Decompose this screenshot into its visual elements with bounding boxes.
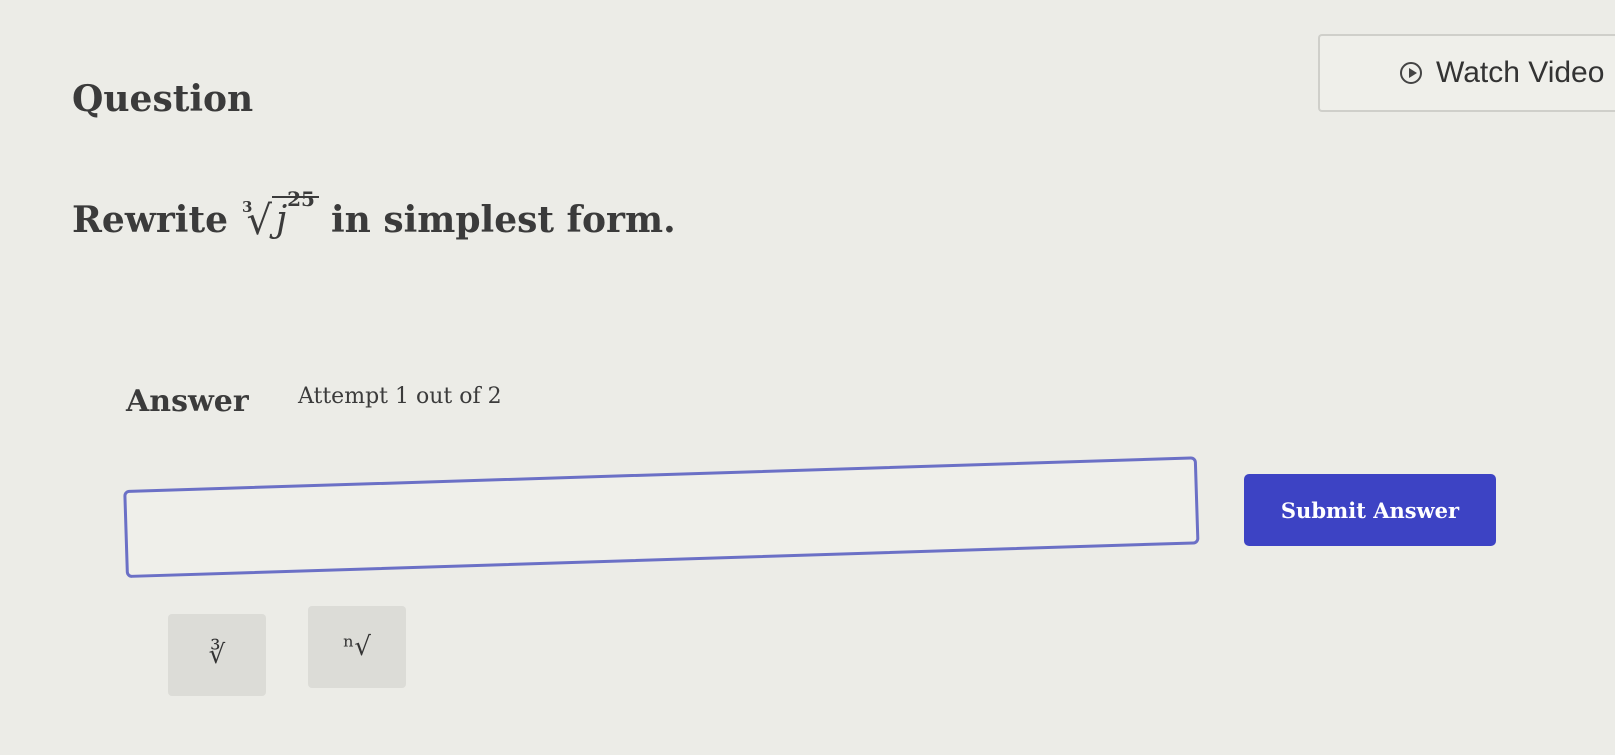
radicand-base: j [275,199,288,240]
question-suffix: in simplest form. [330,199,676,242]
question-text: Rewrite 3 √ j25 in simplest form. [72,187,676,245]
answer-heading: Answer [126,384,249,419]
radicand: j25 [271,187,319,241]
cube-root-button[interactable]: ∛ [168,614,266,696]
cube-root: 3 √ j25 [242,187,319,245]
radicand-exponent: 25 [287,187,315,211]
question-heading: Question [72,78,254,120]
question-prefix: Rewrite [72,199,228,242]
radical-expression: 3 √ j25 [242,187,319,245]
nth-root-button[interactable]: ⁿ√ [308,606,406,688]
answer-input[interactable] [123,456,1200,578]
watch-video-label: Watch Video [1436,56,1605,89]
radical-sign: √ [246,198,272,245]
watch-video-button[interactable]: Watch Video [1318,34,1615,112]
play-icon [1400,62,1422,84]
submit-answer-button[interactable]: Submit Answer [1244,474,1496,546]
attempt-counter: Attempt 1 out of 2 [298,384,502,409]
